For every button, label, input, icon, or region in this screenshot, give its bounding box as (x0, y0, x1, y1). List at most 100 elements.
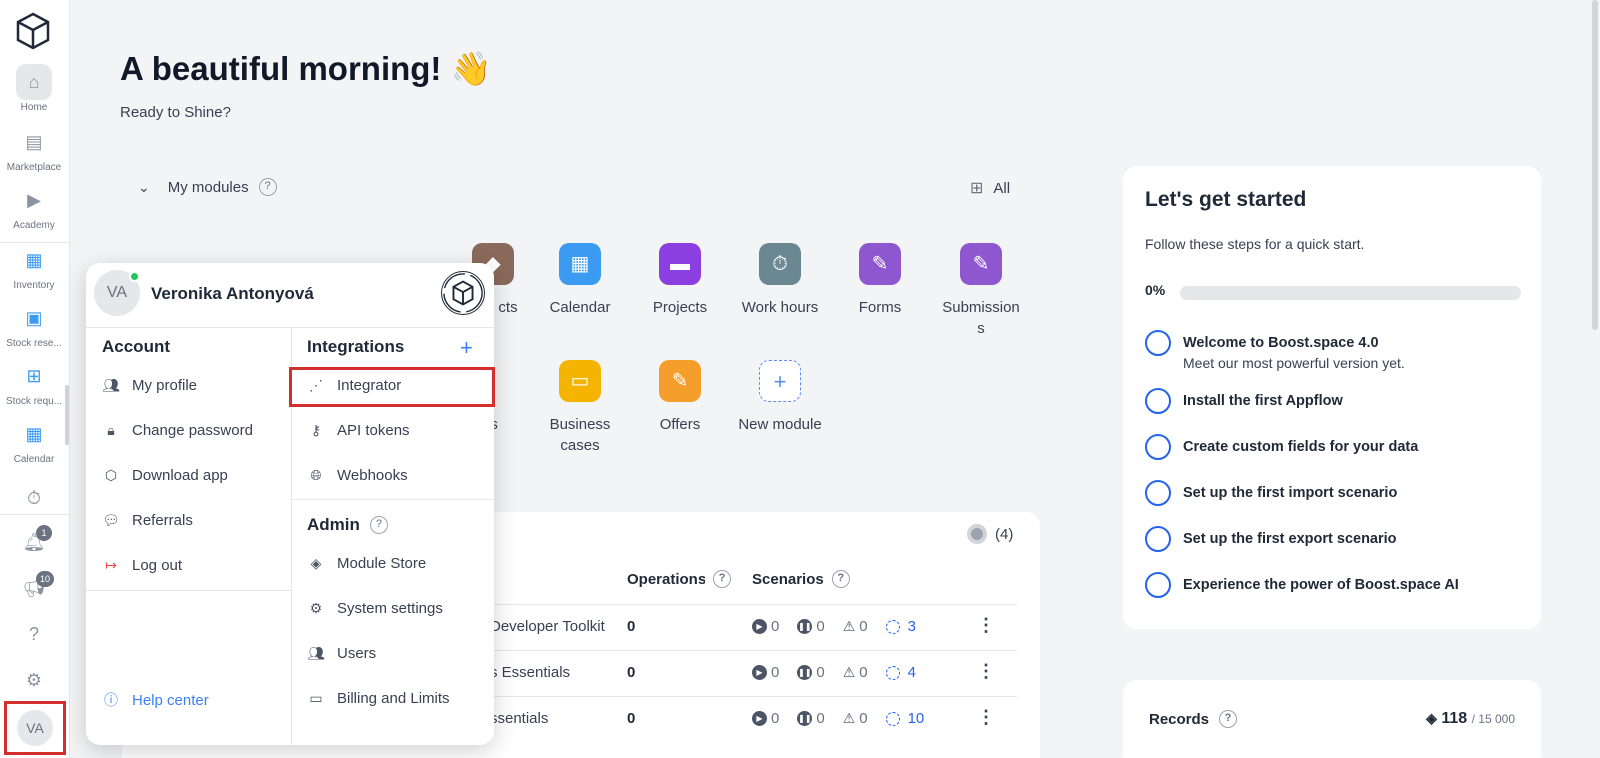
sidebar-item-marketplace[interactable]: ▤ Marketplace (0, 124, 68, 173)
sidebar-scrollbar[interactable] (65, 385, 69, 445)
offer-icon: ✎ (659, 360, 701, 402)
play-icon: ▶ (752, 711, 767, 726)
onboarding-step[interactable]: Set up the first import scenario (1145, 480, 1397, 506)
paused-stat: ❚❚ 0 (797, 618, 825, 635)
sidebar-item-academy[interactable]: ▶ Academy (0, 182, 68, 231)
user-name: Veronika Antonyová (151, 284, 314, 303)
step-circle-icon[interactable] (1145, 434, 1171, 460)
paused-stat: ❚❚ 0 (797, 664, 825, 681)
sidebar-item-home[interactable]: ⌂ Home (0, 64, 68, 113)
paused-count: 0 (816, 710, 825, 727)
step-circle-icon[interactable] (1145, 526, 1171, 552)
all-modules-button[interactable]: ⊞ All (970, 178, 1010, 198)
sidebar-item-stock-reservations[interactable]: ▣ Stock rese... (0, 300, 68, 349)
module-projects[interactable]: ▬ Projects (630, 243, 730, 318)
module-business-cases[interactable]: ▭ Business cases (530, 360, 630, 456)
module-submissions[interactable]: ✎ Submission s (930, 243, 1032, 339)
help-icon[interactable]: ? (831, 570, 850, 588)
menu-item-download-app[interactable]: ⬡ Download app (102, 467, 228, 484)
row-name[interactable]: Developer Toolkit (490, 618, 605, 635)
menu-item-integrator[interactable]: ⋰ Integrator (307, 377, 401, 394)
sidebar-item-stock-requests[interactable]: ⊞ Stock requ... (0, 358, 68, 407)
more-options-icon[interactable]: ⋮ (977, 707, 995, 728)
menu-item-my-profile[interactable]: 👥︎ My profile (102, 377, 197, 394)
users-icon: 👥︎ (307, 645, 325, 661)
pause-icon: ❚❚ (797, 711, 813, 726)
menu-item-api-tokens[interactable]: ⚷ API tokens (307, 422, 410, 439)
step-title: Experience the power of Boost.space AI (1183, 577, 1459, 593)
menu-item-system-settings[interactable]: ⚙ System settings (307, 600, 443, 617)
menu-item-users[interactable]: 👥︎ Users (307, 645, 376, 662)
module-forms[interactable]: ✎ Forms (830, 243, 930, 318)
total-count: 3 (907, 618, 916, 635)
more-options-icon[interactable]: ⋮ (977, 661, 995, 682)
menu-item-label: System settings (337, 600, 443, 617)
loader-icon (885, 711, 900, 726)
help-button[interactable]: ? (0, 616, 68, 654)
app-logo-icon[interactable] (441, 271, 485, 315)
help-icon[interactable]: ? (369, 516, 388, 534)
onboarding-step[interactable]: Install the first Appflow (1145, 388, 1343, 414)
nodes-icon: ⋰ (309, 377, 323, 393)
menu-item-module-store[interactable]: ◈ Module Store (307, 555, 427, 572)
onboarding-step[interactable]: Create custom fields for your data (1145, 434, 1418, 460)
help-icon[interactable]: ? (258, 178, 277, 196)
module-calendar[interactable]: ▦ Calendar (530, 243, 630, 318)
page-scrollbar[interactable] (1592, 0, 1598, 330)
total-count: 4 (907, 664, 916, 681)
menu-item-log-out[interactable]: ↦ Log out (102, 557, 182, 574)
menu-item-label: My profile (132, 377, 198, 394)
step-circle-icon[interactable] (1145, 480, 1171, 506)
loader-icon (885, 619, 900, 634)
row-operations: 0 (627, 618, 636, 635)
my-modules-header[interactable]: ⌄ My modules ? (138, 178, 277, 196)
warning-count: 0 (859, 618, 868, 635)
step-title: Set up the first export scenario (1183, 531, 1397, 547)
menu-item-webhooks[interactable]: 🌐︎ Webhooks (307, 467, 407, 484)
module-label: Calendar (549, 299, 611, 316)
step-title: Create custom fields for your data (1183, 439, 1419, 455)
row-name[interactable]: s Essentials (490, 664, 570, 681)
help-icon: ? (28, 624, 39, 644)
paused-count: 0 (816, 664, 825, 681)
chat-icon: 💬︎ (102, 512, 120, 528)
records-value: ◈ 118 / 15 000 (1426, 710, 1515, 728)
help-icon[interactable]: ? (713, 570, 731, 588)
sidebar-item-inventory[interactable]: ▦ Inventory (0, 242, 68, 291)
sidebar-item-work-hours[interactable]: ⏱ (0, 480, 68, 518)
menu-item-billing-and-limits[interactable]: ▭ Billing and Limits (307, 690, 450, 707)
column-header-scenarios: Scenarios ? (752, 570, 850, 588)
step-circle-icon[interactable] (1145, 388, 1171, 414)
more-options-icon[interactable]: ⋮ (977, 615, 995, 636)
onboarding-step[interactable]: Welcome to Boost.space 4.0 Meet our most… (1145, 330, 1405, 373)
chevron-down-icon[interactable]: ⌄ (138, 179, 150, 196)
onboarding-step[interactable]: Set up the first export scenario (1145, 526, 1397, 552)
add-integration-plus-icon[interactable]: + (460, 335, 473, 361)
module-offers[interactable]: ✎ Offers (630, 360, 730, 435)
app-logo-icon[interactable] (16, 12, 50, 50)
running-count: 0 (771, 664, 780, 681)
onboarding-step[interactable]: Experience the power of Boost.space AI (1145, 572, 1459, 598)
settings-button[interactable]: ⚙ (0, 662, 68, 700)
help-icon[interactable]: ? (1219, 710, 1238, 728)
new-module-button[interactable]: + New module (730, 360, 830, 435)
admin-section-title: Admin ? (307, 515, 388, 535)
menu-item-referrals[interactable]: 💬︎ Referrals (102, 512, 193, 529)
integrations-section-title: Integrations (307, 337, 405, 356)
menu-item-change-password[interactable]: 🔒︎ Change password (102, 422, 253, 439)
module-work-hours[interactable]: ⏱ Work hours (730, 243, 830, 318)
sidebar-item-calendar[interactable]: ▦ Calendar (0, 416, 68, 465)
total-scenarios-link[interactable]: 3 (885, 618, 916, 635)
help-center-link[interactable]: ⓘ Help center (102, 690, 209, 710)
step-circle-icon[interactable] (1145, 330, 1171, 356)
total-scenarios-link[interactable]: 4 (885, 664, 916, 681)
total-scenarios-link[interactable]: 10 (885, 710, 924, 727)
menu-item-label: Billing and Limits (337, 690, 450, 707)
announcements-button[interactable]: 📢︎ (0, 570, 68, 608)
user-icon: 👥︎ (102, 377, 120, 393)
records-label: Records ? (1149, 710, 1238, 728)
step-circle-icon[interactable] (1145, 572, 1171, 598)
notifications-button[interactable]: 🔔︎ (0, 524, 68, 562)
row-name[interactable]: ssentials (490, 710, 548, 727)
avatar[interactable]: VA (17, 710, 53, 746)
